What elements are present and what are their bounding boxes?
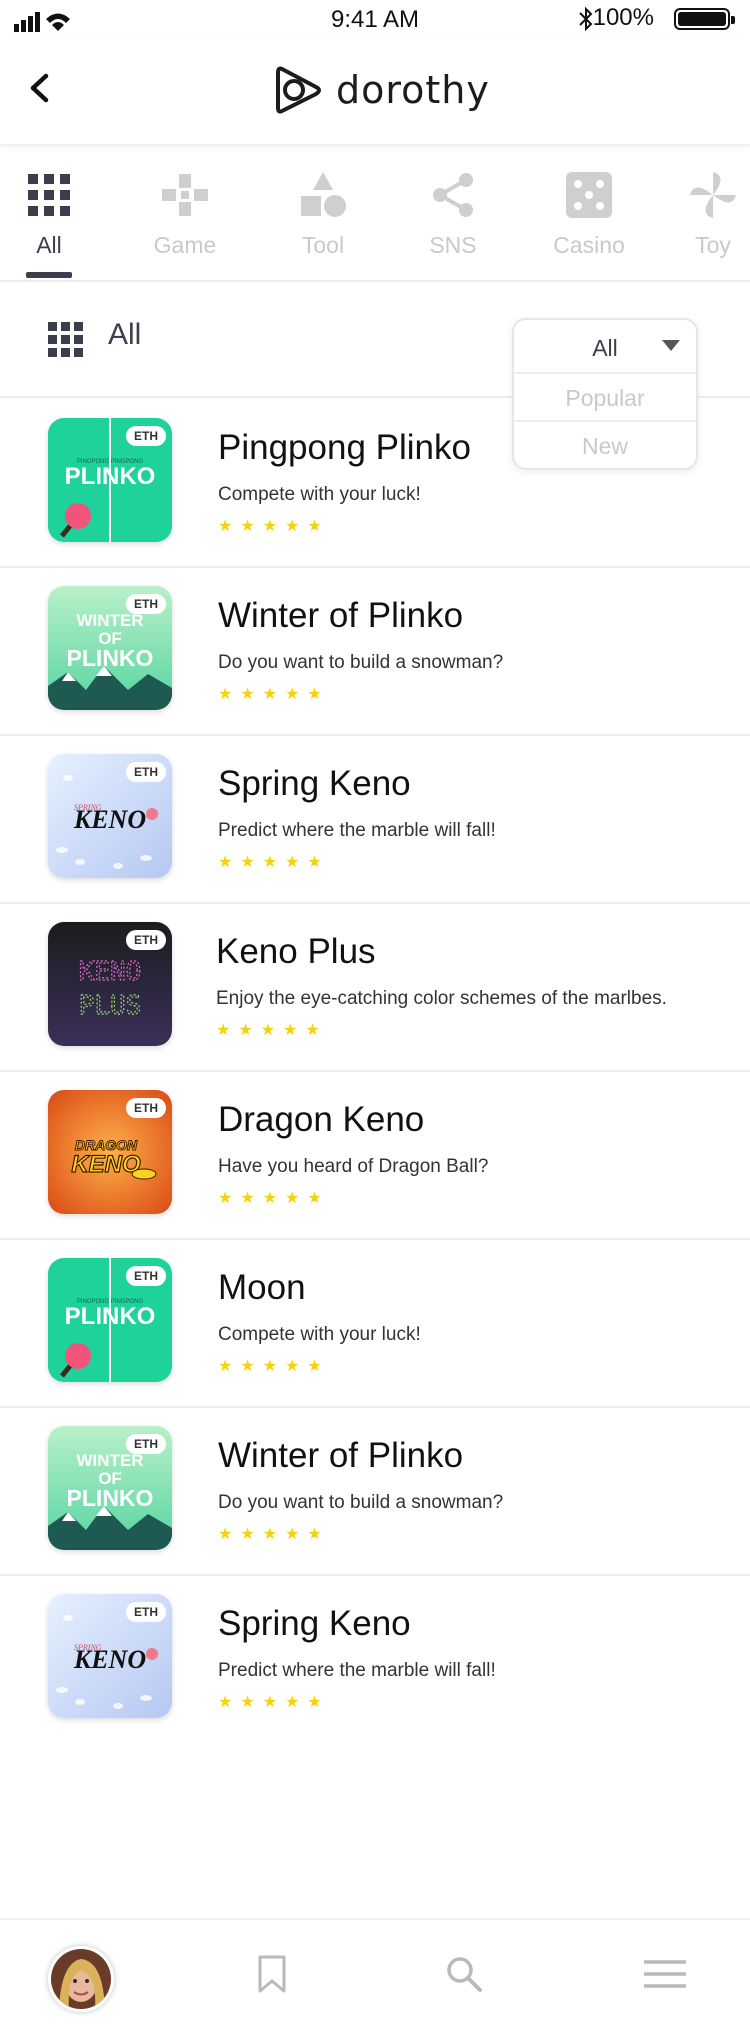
category-tabs: All Game Tool SNS Casino Toy — [0, 146, 750, 282]
tab-label: Toy — [695, 232, 731, 258]
game-title: Spring Keno — [218, 1604, 411, 1643]
list-item[interactable]: SPRING KENO ETH Spring Keno Predict wher… — [0, 1574, 750, 1742]
game-title: Moon — [218, 1268, 306, 1307]
tab-toy[interactable]: Toy — [658, 170, 750, 259]
game-thumbnail: DRAGON KENO ETH — [48, 1090, 172, 1214]
star-rating: ★★★★★ — [218, 1190, 330, 1207]
tab-label: Tool — [301, 232, 345, 258]
svg-text:KENO: KENO — [73, 805, 146, 834]
game-thumbnail: SPRING KENO ETH — [48, 1594, 172, 1718]
game-description: Have you heard of Dragon Ball? — [218, 1156, 489, 1177]
game-title: Winter of Plinko — [218, 596, 464, 635]
status-bar: 9:41 AM 100% — [0, 0, 750, 40]
sort-dropdown[interactable]: All Popular New — [512, 318, 698, 470]
menu-icon[interactable] — [642, 1954, 688, 1994]
tab-label: All — [36, 232, 62, 258]
game-description: Predict where the marble will fall! — [218, 1660, 496, 1681]
tab-label: Game — [153, 232, 217, 258]
share-icon — [433, 173, 473, 217]
game-title: Keno Plus — [216, 932, 376, 971]
game-description: Do you want to build a snowman? — [218, 652, 504, 673]
eth-badge: ETH — [126, 426, 166, 446]
tab-game[interactable]: Game — [130, 170, 240, 259]
list-item[interactable]: WINTER OF PLINKO ETH Winter of Plinko Do… — [0, 566, 750, 736]
eth-badge: ETH — [126, 1434, 166, 1454]
game-description: Compete with your luck! — [218, 484, 421, 505]
pinwheel-icon — [690, 172, 736, 218]
battery-percent: 100% — [592, 4, 654, 31]
star-rating: ★★★★★ — [218, 686, 330, 703]
tab-sns[interactable]: SNS — [398, 170, 508, 259]
game-thumbnail: WINTER OF PLINKO ETH — [48, 1426, 172, 1550]
game-thumbnail: KENO PLUS ETH — [48, 922, 172, 1046]
game-title: Pingpong Plinko — [218, 428, 471, 467]
game-title: Dragon Keno — [218, 1100, 425, 1139]
svg-text:PLINKO: PLINKO — [67, 1485, 154, 1511]
app-logo: dorothy — [272, 62, 490, 118]
active-tab-indicator — [26, 272, 72, 278]
list-item[interactable]: DRAGON KENO ETH Dragon Keno Have you hea… — [0, 1070, 750, 1240]
star-rating: ★★★★★ — [218, 1526, 330, 1543]
thumb-title-text: PLINKO — [65, 463, 156, 490]
game-thumbnail: PINGPONG PINGPONG PLINKO ETH — [48, 1258, 172, 1382]
gamepad-icon — [162, 174, 208, 216]
star-rating: ★★★★★ — [218, 1358, 330, 1375]
star-rating: ★★★★★ — [218, 854, 330, 871]
back-arrow-icon[interactable] — [20, 68, 60, 108]
game-description: Do you want to build a snowman? — [218, 1492, 504, 1513]
eth-badge: ETH — [126, 1602, 166, 1622]
game-thumbnail: PINGPONG PINGPONG PLINKO ETH — [48, 418, 172, 542]
star-rating: ★★★★★ — [218, 1694, 330, 1711]
tab-casino[interactable]: Casino — [534, 170, 644, 259]
svg-text:PLUS: PLUS — [79, 991, 142, 1021]
game-title: Winter of Plinko — [218, 1436, 464, 1475]
dropdown-option-popular[interactable]: Popular — [514, 372, 696, 422]
list-item[interactable]: PINGPONG PINGPONG PLINKO ETH Moon Compet… — [0, 1238, 750, 1408]
eth-badge: ETH — [126, 594, 166, 614]
game-thumbnail: SPRING KENO ETH — [48, 754, 172, 878]
dropdown-option-new[interactable]: New — [514, 420, 696, 470]
grid-icon — [48, 322, 83, 357]
eth-badge: ETH — [126, 762, 166, 782]
app-name: dorothy — [336, 68, 490, 112]
search-icon[interactable] — [444, 1954, 484, 1994]
shapes-icon — [301, 172, 346, 217]
eth-badge: ETH — [126, 1098, 166, 1118]
tab-label: SNS — [429, 232, 477, 258]
list-item[interactable]: SPRING KENO ETH Spring Keno Predict wher… — [0, 734, 750, 904]
tab-label: Casino — [553, 232, 625, 258]
grid-icon — [28, 174, 70, 216]
tab-tool[interactable]: Tool — [268, 170, 378, 259]
avatar[interactable] — [48, 1946, 114, 2012]
filter-label: All — [108, 318, 142, 351]
bookmark-icon[interactable] — [252, 1954, 292, 1994]
game-description: Enjoy the eye-catching color schemes of … — [216, 988, 667, 1009]
svg-text:KENO: KENO — [79, 957, 142, 987]
game-thumbnail: WINTER OF PLINKO ETH — [48, 586, 172, 710]
svg-text:PLINKO: PLINKO — [65, 1303, 156, 1330]
chevron-down-icon — [662, 340, 680, 351]
battery-icon — [674, 8, 735, 30]
svg-text:PLINKO: PLINKO — [67, 645, 154, 671]
svg-text:KENO: KENO — [73, 1645, 146, 1674]
game-title: Spring Keno — [218, 764, 411, 803]
eth-badge: ETH — [126, 1266, 166, 1286]
game-description: Predict where the marble will fall! — [218, 820, 496, 841]
game-description: Compete with your luck! — [218, 1324, 421, 1345]
dorothy-logo-icon — [276, 66, 321, 114]
star-rating: ★★★★★ — [218, 518, 330, 535]
svg-text:KENO: KENO — [71, 1151, 141, 1178]
bottom-nav — [0, 1918, 750, 2028]
star-rating: ★★★★★ — [216, 1022, 328, 1039]
dice-icon — [566, 172, 612, 218]
tab-all[interactable]: All — [0, 170, 104, 259]
list-item[interactable]: KENO PLUS ETH Keno Plus Enjoy the eye-ca… — [0, 902, 750, 1072]
list-item[interactable]: WINTER OF PLINKO ETH Winter of Plinko Do… — [0, 1406, 750, 1576]
app-header: dorothy — [0, 40, 750, 146]
eth-badge: ETH — [126, 930, 166, 950]
